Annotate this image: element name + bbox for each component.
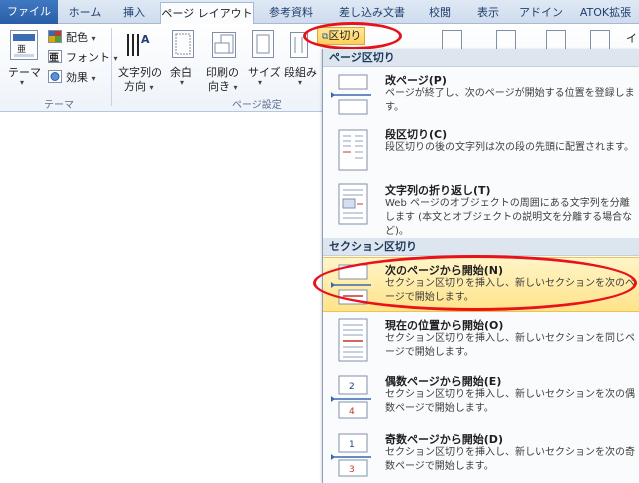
group-separator [111,28,112,106]
margins-icon [172,30,194,58]
even-page-desc: セクション区切りを挿入し、新しいセクションを次の偶数ページで開始します。 [385,389,635,414]
svg-text:亜: 亜 [17,44,26,55]
tab-review[interactable]: 校閲 [418,2,462,24]
column-break-desc: 段区切りの後の文字列は次の段の先頭に配置されます。 [385,142,634,153]
menu-item-odd-page[interactable]: 13 奇数ページから開始(D) セクション区切りを挿入し、新しいセクションを次の… [323,427,639,483]
fonts-label: フォント [66,51,110,64]
even-page-icon-num-bottom: 4 [349,407,355,417]
text-direction-icon: A [124,30,152,56]
tab-references[interactable]: 参考資料 [258,2,324,24]
menu-item-page-break[interactable]: 改ページ(P) ページが終了し、次のページが開始する位置を登録します。 [323,67,639,122]
page-break-title: 改ページ(P) [385,74,447,87]
annotation-oval-breaks [303,22,402,50]
odd-page-icon: 13 [331,433,371,477]
text-wrapping-desc: Web ページのオブジェクトの周囲にある文字列を分離します (本文とオブジェクト… [385,198,633,237]
column-break-title: 段区切り(C) [385,128,448,141]
theme-icon: 亜 [10,30,38,60]
menu-item-text-wrapping[interactable]: 文字列の折り返し(T) Web ページのオブジェクトの周囲にある文字列を分離しま… [323,176,639,237]
menu-item-column-break[interactable]: 段区切り(C) 段区切りの後の文字列は次の段の先頭に配置されます。 [323,122,639,176]
size-button[interactable]: サイズ [248,64,281,80]
page-break-icon [331,74,371,115]
menu-item-continuous[interactable]: 現在の位置から開始(O) セクション区切りを挿入し、新しいセクションを同じページ… [323,312,639,369]
fonts-button[interactable]: フォント ▾ [66,49,118,65]
page-color-icon [496,30,516,50]
colors-dropdown-icon: ▾ [91,34,96,43]
text-direction-button[interactable]: 方向 ▾ [124,78,154,94]
svg-text:A: A [141,33,150,46]
tab-mailings[interactable]: 差し込み文書 [330,2,414,24]
orientation-button[interactable]: 向き ▾ [208,78,238,94]
odd-page-desc: セクション区切りを挿入し、新しいセクションを次の奇数ページで開始します。 [385,447,635,472]
annotation-oval-next-page [313,255,637,311]
page-break-desc: ページが終了し、次のページが開始する位置を登録します。 [385,88,635,113]
columns-dropdown-icon[interactable]: ▾ [298,78,302,87]
size-icon [252,30,274,58]
continuous-icon [338,318,368,362]
tab-view[interactable]: 表示 [466,2,510,24]
svg-text:亜: 亜 [49,52,59,62]
orientation-icon [212,32,236,58]
odd-page-icon-num-top: 1 [349,440,355,450]
page-borders-icon [546,30,566,50]
colors-button[interactable]: 配色 ▾ [66,29,96,45]
continuous-desc: セクション区切りを挿入し、新しいセクションを同じページで開始します。 [385,333,635,358]
even-page-icon: 24 [331,375,371,419]
page-breaks-header: ページ区切り [323,49,639,67]
margins-dropdown-icon[interactable]: ▾ [180,78,184,87]
fonts-dropdown-icon: ▾ [113,54,118,63]
watermark-icon [442,30,462,50]
text-wrapping-title: 文字列の折り返し(T) [385,184,491,197]
orientation-dropdown-icon: ▾ [233,83,238,92]
tab-page-layout[interactable]: ページ レイアウト [160,2,254,25]
text-direction-label-2: 方向 [124,80,146,93]
fonts-icon: 亜 [48,50,62,64]
text-wrapping-icon [338,183,368,225]
menu-item-even-page[interactable]: 24 偶数ページから開始(E) セクション区切りを挿入し、新しいセクションを次の… [323,369,639,427]
ribbon-cut-label: イ [626,32,637,45]
theme-button[interactable]: テーマ [8,64,41,80]
tab-file[interactable]: ファイル [0,0,58,24]
continuous-title: 現在の位置から開始(O) [385,319,504,332]
odd-page-icon-num-bottom: 3 [349,465,355,475]
indent-icon [590,30,610,50]
theme-group-label: テーマ [44,100,74,111]
ribbon-tab-bar: ファイル ホーム 挿入 ページ レイアウト 参考資料 差し込み文書 校閲 表示 … [0,0,639,25]
tab-atok[interactable]: ATOK拡張 [572,2,639,24]
size-dropdown-icon[interactable]: ▾ [258,78,262,87]
colors-label: 配色 [66,31,88,44]
tab-home[interactable]: ホーム [60,2,110,24]
page-setup-group-label: ページ設定 [232,100,282,111]
tab-insert[interactable]: 挿入 [112,2,156,24]
section-breaks-header: セクション区切り [323,238,639,256]
even-page-title: 偶数ページから開始(E) [385,375,502,388]
effects-button[interactable]: 効果 ▾ [66,69,96,85]
odd-page-title: 奇数ページから開始(D) [385,433,503,446]
even-page-icon-num-top: 2 [349,382,355,392]
effects-dropdown-icon: ▾ [91,74,96,83]
effects-icon [48,70,62,83]
tab-addins[interactable]: アドイン [514,2,568,24]
column-break-icon [338,129,368,171]
colors-icon [48,30,62,43]
text-direction-dropdown-icon: ▾ [149,83,154,92]
theme-dropdown-icon[interactable]: ▾ [20,78,24,87]
effects-label: 効果 [66,71,88,84]
orientation-label-2: 向き [208,80,230,93]
